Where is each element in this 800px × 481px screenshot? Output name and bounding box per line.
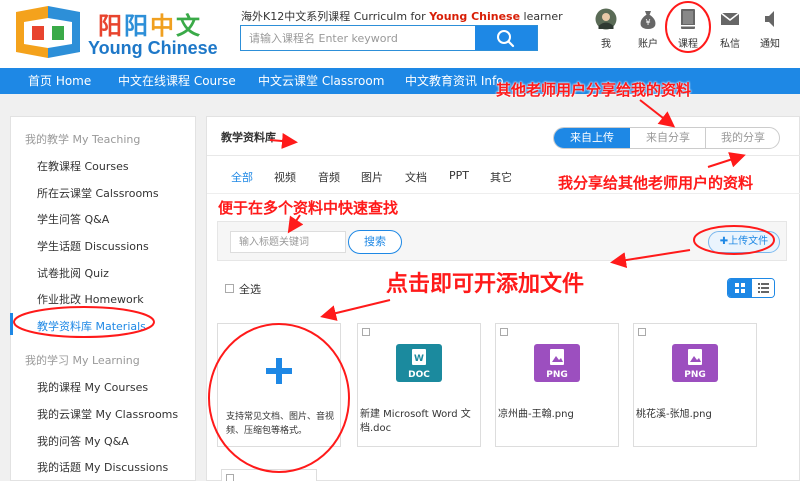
file-card[interactable]: PNG 桃花溪-张旭.png xyxy=(633,323,757,447)
logo-chinese-text: 阳阳中文 xyxy=(98,12,202,40)
list-view-button[interactable] xyxy=(752,279,774,297)
money-bag-icon: ¥ xyxy=(640,11,656,29)
file-card[interactable] xyxy=(221,469,317,481)
sidebar-heading-teaching: 我的教学 My Teaching xyxy=(25,133,141,146)
top-nav-label: 私信 xyxy=(720,39,740,50)
upload-file-button[interactable]: ✚上传文件 xyxy=(708,231,780,253)
sidebar-item-classrooms[interactable]: 所在云课堂 Calssrooms xyxy=(37,185,159,201)
grid-icon xyxy=(735,283,745,293)
tab-my-share[interactable]: 我的分享 xyxy=(706,128,779,148)
logo-english-text: Young Chinese xyxy=(88,38,218,58)
doc-file-icon: W DOC xyxy=(396,344,442,382)
png-file-icon: PNG xyxy=(672,344,718,382)
course-search-input[interactable] xyxy=(241,26,477,50)
grid-view-button[interactable] xyxy=(728,279,752,297)
course-search xyxy=(240,25,538,51)
nav-item-course[interactable]: 中文在线课程 Course xyxy=(118,68,236,94)
top-nav-label: 通知 xyxy=(760,39,780,50)
nav-item-classroom[interactable]: 中文云课堂 Classroom xyxy=(258,68,384,94)
top-nav-courses[interactable]: 课程 xyxy=(670,8,706,52)
svg-text:¥: ¥ xyxy=(645,18,650,27)
keyword-search-button[interactable]: 搜索 xyxy=(348,230,402,254)
top-nav-account[interactable]: ¥ 账户 xyxy=(630,8,666,52)
logo-mark-icon xyxy=(16,6,80,58)
page-title: 教学资料库 xyxy=(221,131,276,144)
png-file-icon: PNG xyxy=(534,344,580,382)
keyword-input[interactable] xyxy=(230,231,346,253)
sidebar-active-indicator xyxy=(10,313,13,335)
site-logo[interactable]: 阳阳中文 Young Chinese xyxy=(12,4,218,62)
top-nav-label: 我 xyxy=(601,39,611,50)
site-slogan: 海外K12中文系列课程 Curriculm for Young Chinese … xyxy=(241,10,563,23)
file-card[interactable]: W DOC 新建 Microsoft Word 文档.doc xyxy=(357,323,481,447)
top-nav-messages[interactable]: 私信 xyxy=(712,8,748,52)
material-search-panel: 搜索 ✚上传文件 xyxy=(217,221,787,261)
add-file-card[interactable]: 支持常见文档、图片、音视频、压缩包等格式。 xyxy=(217,323,341,447)
materials-panel: 教学资料库 来自上传 来自分享 我的分享 全部 视频 音频 图片 文档 PPT … xyxy=(206,116,800,481)
svg-text:PNG: PNG xyxy=(546,370,568,380)
speaker-icon xyxy=(765,11,774,27)
select-all-label: 全选 xyxy=(239,283,261,296)
search-icon xyxy=(497,30,515,48)
sidebar-item-homework[interactable]: 作业批改 Homework xyxy=(37,291,144,307)
add-file-description: 支持常见文档、图片、音视频、压缩包等格式。 xyxy=(226,412,335,436)
file-checkbox[interactable] xyxy=(362,328,370,336)
filter-divider xyxy=(207,193,800,194)
book-icon xyxy=(681,9,695,29)
filter-tab-video[interactable]: 视频 xyxy=(274,169,296,185)
filter-tab-audio[interactable]: 音频 xyxy=(318,169,340,185)
sidebar-item-quiz[interactable]: 试卷批阅 Quiz xyxy=(37,265,109,281)
filter-tab-all[interactable]: 全部 xyxy=(231,169,253,185)
top-nav-notifications[interactable]: 通知 xyxy=(752,8,788,52)
plus-icon xyxy=(266,358,292,384)
tab-from-share[interactable]: 来自分享 xyxy=(630,128,706,148)
sidebar-item-my-classrooms[interactable]: 我的云课堂 My Classrooms xyxy=(37,406,178,422)
filter-tab-ppt[interactable]: PPT xyxy=(449,169,469,182)
plus-icon: ✚ xyxy=(719,236,729,247)
sidebar-item-qa[interactable]: 学生问答 Q&A xyxy=(37,211,109,227)
file-name: 凉州曲-王翰.png xyxy=(498,409,574,420)
sidebar-item-materials[interactable]: 教学资料库 Materials xyxy=(37,318,146,334)
nav-item-info[interactable]: 中文教育资讯 Info xyxy=(405,68,504,94)
sidebar-item-my-qa[interactable]: 我的问答 My Q&A xyxy=(37,433,129,449)
nav-item-home[interactable]: 首页 Home xyxy=(28,68,91,94)
sidebar-item-my-courses[interactable]: 我的课程 My Courses xyxy=(37,379,148,395)
list-icon xyxy=(758,283,769,293)
upload-file-label: 上传文件 xyxy=(728,236,769,247)
file-card[interactable]: PNG 凉州曲-王翰.png xyxy=(495,323,619,447)
sidebar-item-discussions[interactable]: 学生话题 Discussions xyxy=(37,238,149,254)
annotation-click-add: 点击即可开添加文件 xyxy=(386,272,585,297)
select-all-checkbox[interactable] xyxy=(225,284,234,293)
sidebar: 我的教学 My Teaching 在教课程 Courses 所在云课堂 Cals… xyxy=(10,116,196,481)
filter-tab-document[interactable]: 文档 xyxy=(405,169,427,185)
tab-from-upload[interactable]: 来自上传 xyxy=(554,128,630,148)
top-nav-me[interactable]: 我 xyxy=(588,8,624,52)
file-name: 桃花溪-张旭.png xyxy=(636,409,712,420)
top-nav-label: 账户 xyxy=(638,39,658,50)
svg-text:DOC: DOC xyxy=(408,370,430,380)
source-segmented-control: 来自上传 来自分享 我的分享 xyxy=(553,127,780,149)
file-name: 新建 Microsoft Word 文档.doc xyxy=(360,409,471,434)
view-toggle xyxy=(727,278,775,298)
top-nav-label: 课程 xyxy=(678,39,698,50)
filter-tab-image[interactable]: 图片 xyxy=(361,169,383,185)
file-checkbox[interactable] xyxy=(500,328,508,336)
course-search-button[interactable] xyxy=(475,26,537,50)
annotation-quick-find: 便于在多个资料中快速查找 xyxy=(218,199,399,217)
site-header: 阳阳中文 Young Chinese 海外K12中文系列课程 Curriculm… xyxy=(0,0,800,68)
filter-tab-other[interactable]: 其它 xyxy=(490,169,512,185)
avatar-icon xyxy=(595,8,617,30)
title-divider xyxy=(207,155,800,156)
file-checkbox[interactable] xyxy=(638,328,646,336)
file-checkbox[interactable] xyxy=(226,474,234,481)
sidebar-item-courses[interactable]: 在教课程 Courses xyxy=(37,158,129,174)
svg-text:PNG: PNG xyxy=(684,370,706,380)
annotation-my-shared: 我分享给其他老师用户的资料 xyxy=(558,174,754,192)
sidebar-item-my-discussions[interactable]: 我的话题 My Discussions xyxy=(37,459,168,475)
annotation-shared-to-me: 其他老师用户分享给我的资料 xyxy=(496,81,692,99)
svg-text:W: W xyxy=(414,354,424,364)
sidebar-heading-learning: 我的学习 My Learning xyxy=(25,354,140,367)
mail-icon xyxy=(720,12,740,25)
